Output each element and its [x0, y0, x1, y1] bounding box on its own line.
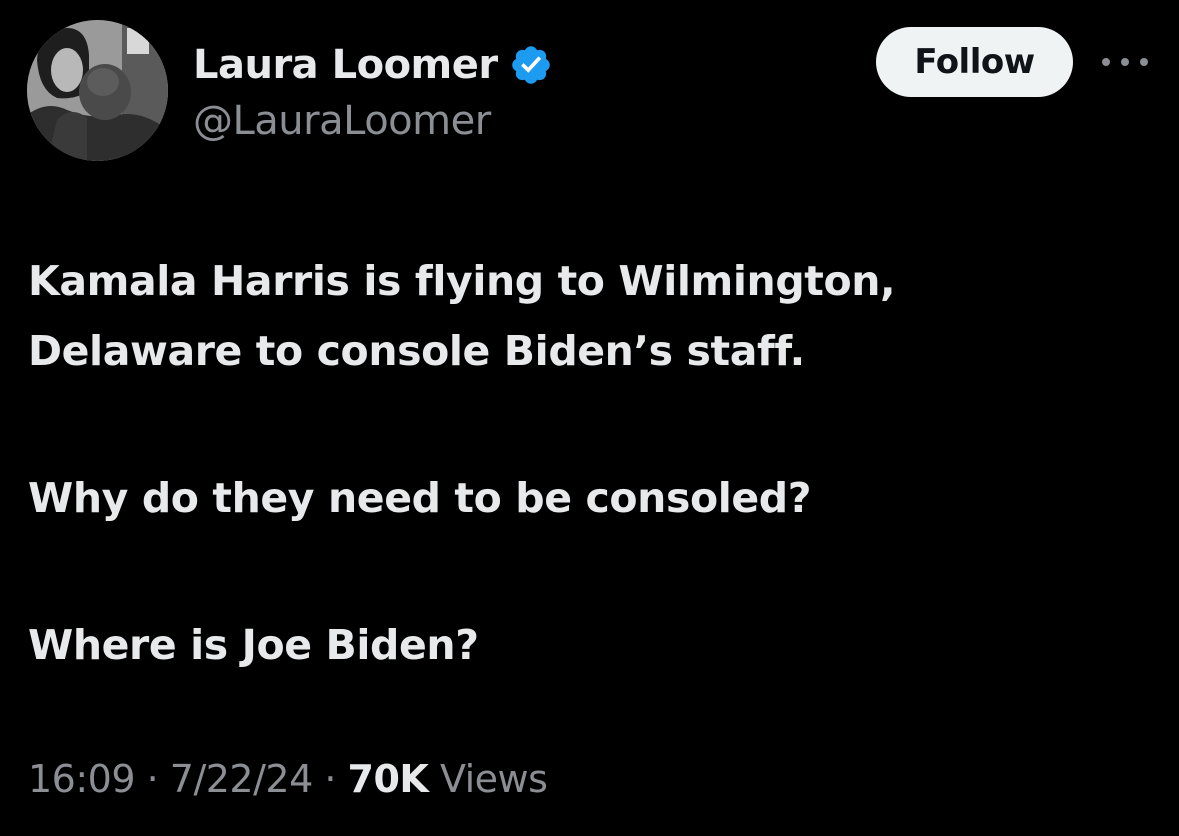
meta-separator: ·: [312, 757, 348, 801]
tweet-line: Delaware to console Biden’s staff.: [28, 327, 805, 375]
more-dot: [1102, 58, 1110, 66]
follow-button[interactable]: Follow: [876, 27, 1073, 97]
more-dot: [1121, 58, 1129, 66]
tweet-metadata: 16:09 · 7/22/24 · 70K Views: [28, 757, 548, 801]
tweet-date[interactable]: 7/22/24: [170, 757, 314, 801]
tweet-line: Where is Joe Biden?: [28, 621, 479, 669]
views-label: Views: [439, 757, 548, 801]
verified-badge-icon[interactable]: [509, 43, 553, 87]
meta-separator: ·: [135, 757, 170, 801]
more-horizontal-icon[interactable]: [1102, 50, 1148, 74]
tweet-line: Why do they need to be consoled?: [28, 474, 812, 522]
tweet-text: Kamala Harris is flying to Wilmington, D…: [28, 246, 1148, 680]
tweet-line: Kamala Harris is flying to Wilmington,: [28, 257, 896, 305]
views-count: 70K: [347, 757, 429, 801]
author-name-row[interactable]: Laura Loomer: [193, 38, 553, 92]
tweet-time[interactable]: 16:09: [28, 757, 136, 801]
avatar[interactable]: [27, 20, 168, 161]
author-display-name[interactable]: Laura Loomer: [193, 42, 498, 88]
author-handle[interactable]: @LauraLoomer: [193, 98, 491, 144]
more-dot: [1140, 58, 1148, 66]
profile-photo: [27, 20, 168, 161]
